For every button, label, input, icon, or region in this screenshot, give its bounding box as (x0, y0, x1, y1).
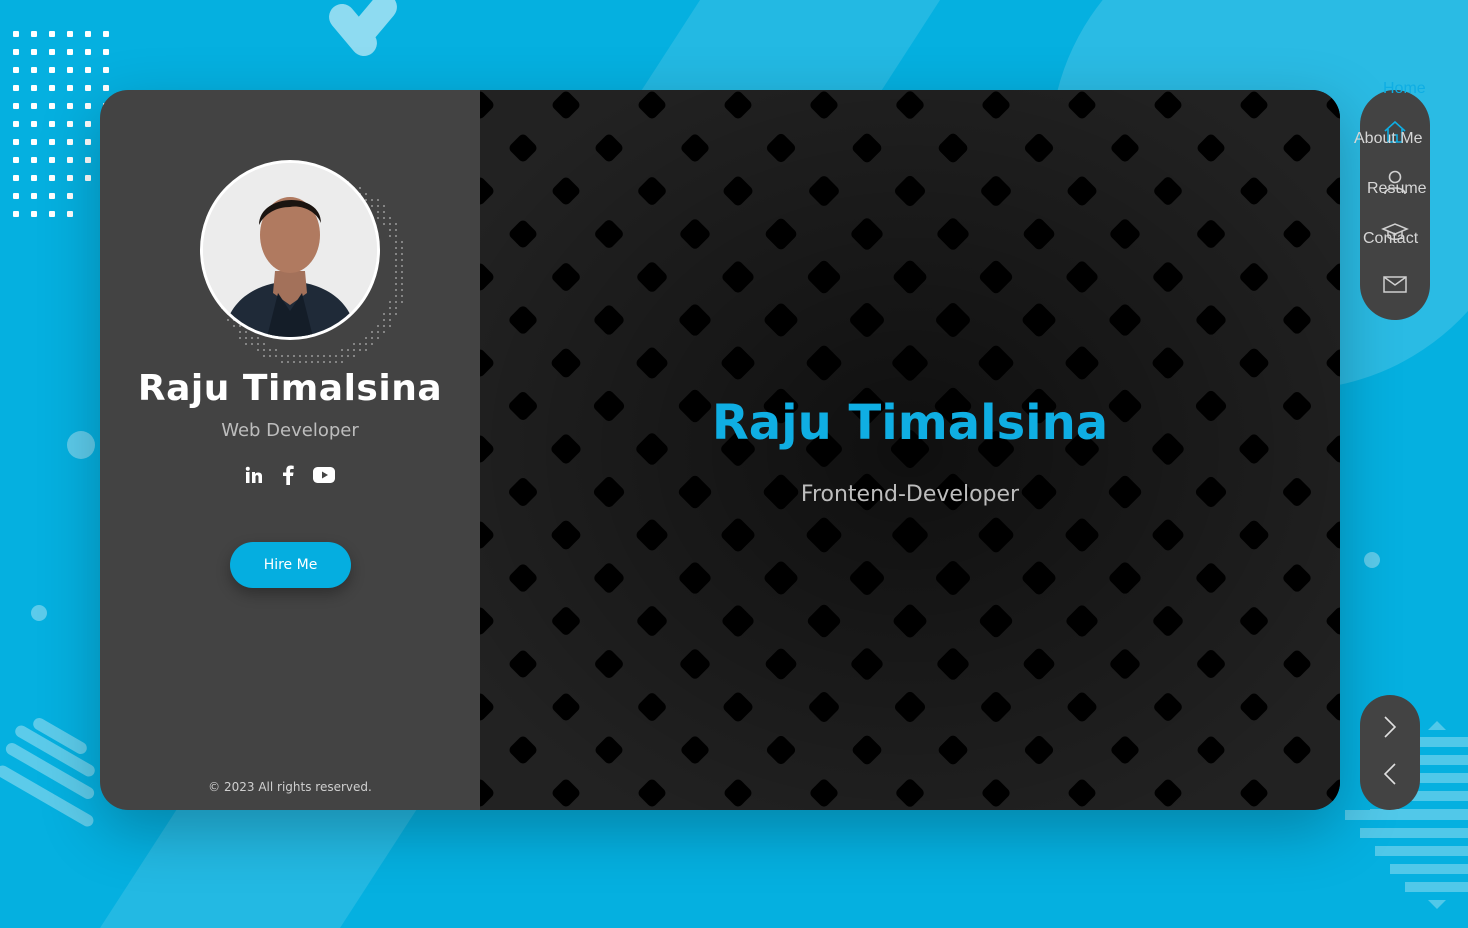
profile-role: Web Developer (221, 420, 359, 441)
hero-title: Raju Timalsina (711, 395, 1109, 451)
nav-label-about[interactable]: About Me (1354, 130, 1430, 148)
profile-sidebar: Raju Timalsina Web Developer Hire Me © 2… (100, 90, 480, 810)
avatar (200, 160, 380, 340)
chevron-left-icon[interactable] (1375, 759, 1405, 789)
hire-me-button[interactable]: Hire Me (230, 542, 351, 588)
portfolio-card: Raju Timalsina Web Developer Hire Me © 2… (100, 90, 1340, 810)
nav-label-resume[interactable]: Resume (1367, 180, 1430, 198)
copyright-text: © 2023 All rights reserved. (208, 780, 372, 794)
nav-item-contact[interactable] (1360, 262, 1430, 302)
hero-section: Raju Timalsina Frontend-Developer (480, 90, 1340, 810)
mail-icon (1383, 276, 1407, 293)
nav-label-home[interactable]: Home (1383, 80, 1430, 98)
profile-name: Raju Timalsina (137, 368, 443, 409)
nav-label-contact[interactable]: Contact (1363, 230, 1430, 248)
social-links (100, 465, 480, 485)
avatar-container (200, 160, 403, 363)
youtube-icon[interactable] (313, 465, 335, 485)
facebook-icon[interactable] (279, 465, 297, 485)
linkedin-icon[interactable] (245, 465, 263, 485)
chevron-right-icon[interactable] (1375, 712, 1405, 742)
page-navigation (1360, 695, 1420, 810)
side-navigation (1360, 90, 1430, 320)
hero-subtitle: Frontend-Developer (800, 482, 1020, 507)
